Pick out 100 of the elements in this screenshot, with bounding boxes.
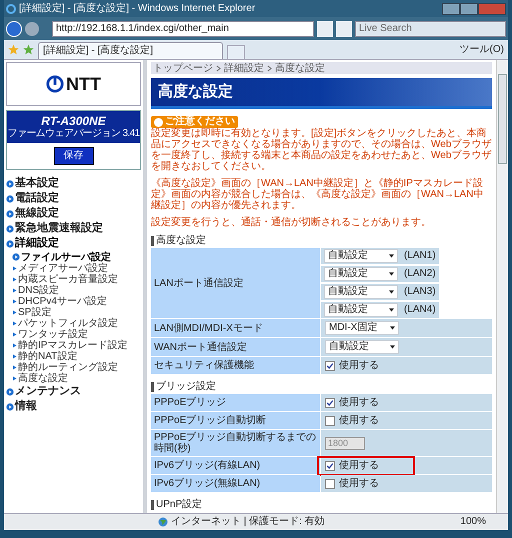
caret-icon (389, 290, 394, 294)
menu-item[interactable]: 無線設定 (15, 207, 59, 220)
port-label: (LAN1) (404, 250, 436, 262)
menu-item[interactable]: 情報 (15, 400, 37, 413)
close-button[interactable] (478, 2, 506, 14)
label-cell: IPv6ブリッジ(無線LAN) (151, 475, 320, 492)
save-button[interactable]: 保存 (54, 147, 94, 165)
dropdown[interactable]: MDI-X固定 (325, 321, 399, 335)
arrow-bullet-icon (12, 310, 17, 315)
label-cell: LANポート通信設定 (151, 248, 320, 318)
logo-text: NTT (66, 74, 101, 94)
submenu-item[interactable]: パケットフィルタ設定 (18, 318, 118, 329)
menu-item[interactable]: メンテナンス (15, 385, 81, 398)
dropdown[interactable]: 自動設定 (324, 285, 398, 299)
submenu-item[interactable]: 内蔵スピーカ音量設定 (18, 274, 118, 285)
arrow-bullet-icon (12, 332, 17, 337)
chevron-icon (216, 64, 221, 72)
arrow-bullet-icon (12, 299, 17, 304)
back-button[interactable] (6, 20, 22, 36)
submenu-item[interactable]: メディアサーバ設定 (18, 263, 108, 274)
label-cell: セキュリティ保護機能 (151, 357, 320, 374)
browser-icon (6, 4, 16, 14)
checkbox-label: 使用する (339, 414, 379, 426)
breadcrumb-link[interactable]: 高度な設定 (275, 62, 325, 74)
menu-item[interactable]: 緊急地震速報設定 (15, 222, 103, 235)
checkbox[interactable] (325, 478, 335, 488)
label-cell: LAN側MDI/MDI-Xモード (151, 319, 320, 337)
submenu-item[interactable]: DNS設定 (18, 285, 60, 296)
notice-text: 設定変更は即時に有効となります。[設定]ボタンをクリックしたあと、本商品にアクセスできなくなる場合がありますので、その場合は、Webブラウザを一度終了し、接続する端末と本商品の設定をあわせたあと、Webブラウザを開きなおしてください。 (151, 128, 492, 172)
notice-text: 《高度な設定》画面の［WAN→LAN中継設定］と《静的IPマスカレード設定》画面の内容が競合した場合は、《高度な設定》画面の［WAN→LAN中継設定］の内容が優先されます。 (151, 178, 484, 211)
dropdown[interactable]: 自動設定 (325, 340, 399, 354)
globe-icon (158, 517, 168, 527)
arrow-bullet-icon (12, 266, 17, 271)
zone-status: インターネット | 保護モード: 有効 (171, 516, 325, 528)
warning-icon (154, 118, 163, 126)
chevron-icon (267, 64, 272, 72)
maximize-button[interactable] (460, 2, 478, 14)
menu-item[interactable]: 電話設定 (15, 192, 59, 205)
section-heading: ブリッジ設定 (156, 380, 216, 392)
submenu-item[interactable]: SP設定 (18, 307, 52, 318)
dropdown[interactable]: 自動設定 (324, 249, 398, 263)
arrow-bullet-icon (12, 343, 17, 348)
firmware-version: ファームウェアバージョン 3.41 (7, 128, 140, 140)
checkbox[interactable] (325, 398, 335, 408)
minimize-button[interactable] (442, 2, 460, 14)
submenu-item[interactable]: DHCPv4サーバ設定 (18, 296, 107, 307)
checkbox-label: 使用する (339, 396, 379, 408)
checkbox[interactable] (325, 360, 335, 370)
caret-icon (389, 254, 394, 258)
browser-tab[interactable]: [詳細設定] - [高度な設定] (38, 42, 223, 59)
refresh-button[interactable] (317, 20, 333, 36)
page-title: 高度な設定 (158, 83, 233, 101)
breadcrumb-link[interactable]: トップページ (153, 62, 213, 74)
breadcrumb-link[interactable]: 詳細設定 (224, 62, 264, 74)
caret-icon (390, 326, 395, 330)
menu-item[interactable]: 基本設定 (15, 177, 59, 190)
dropdown[interactable]: 自動設定 (324, 303, 398, 317)
caret-icon (389, 272, 394, 276)
port-label: (LAN4) (404, 304, 436, 316)
checkbox[interactable] (325, 460, 335, 470)
port-label: (LAN2) (404, 268, 436, 280)
submenu-item[interactable]: ワンタッチ設定 (18, 329, 88, 340)
zoom-level[interactable]: 100% (460, 516, 486, 528)
section-heading: 高度な設定 (156, 234, 206, 246)
notice-text: 設定変更を行うと、通話・通信が切断されることがあります。 (151, 217, 432, 228)
caret-icon (390, 345, 395, 349)
add-favorite-icon[interactable] (23, 44, 34, 55)
scrollbar-thumb[interactable] (498, 74, 507, 164)
label-cell: WANポート通信設定 (151, 338, 320, 356)
submenu-item[interactable]: 高度な設定 (18, 373, 68, 384)
section-heading: UPnP設定 (156, 498, 202, 510)
submenu-item[interactable]: 静的ルーティング設定 (18, 362, 118, 373)
star-icon[interactable] (8, 44, 19, 55)
arrow-bullet-icon (12, 321, 17, 326)
tools-menu[interactable]: ツール(O) (460, 44, 504, 56)
arrow-bullet-icon (12, 354, 17, 359)
label-cell: IPv6ブリッジ(有線LAN) (151, 457, 320, 474)
arrow-bullet-icon (12, 253, 20, 261)
arrow-bullet-icon (12, 376, 17, 381)
arrow-bullet-icon (12, 277, 17, 282)
address-field[interactable]: http://192.168.1.1/index.cgi/other_main (52, 20, 314, 36)
dropdown[interactable]: 自動設定 (324, 267, 398, 281)
label-cell: PPPoEブリッジ自動切断するまでの時間(秒) (151, 430, 320, 456)
caret-icon (389, 308, 394, 312)
menu-item[interactable]: 詳細設定 (15, 237, 59, 250)
forward-button[interactable] (25, 22, 39, 36)
submenu-item[interactable]: 静的IPマスカレード設定 (18, 340, 128, 351)
window-title: [詳細設定] - [高度な設定] - Windows Internet Explorer (19, 2, 256, 14)
label-cell: PPPoEブリッジ (151, 394, 320, 411)
search-field[interactable]: Live Search (355, 20, 506, 36)
label-cell: PPPoEブリッジ自動切断 (151, 412, 320, 429)
new-tab-button[interactable] (227, 45, 245, 59)
stop-button[interactable] (336, 20, 352, 36)
submenu-item[interactable]: 静的NAT設定 (18, 351, 78, 362)
checkbox[interactable] (325, 416, 335, 426)
arrow-bullet-icon (12, 365, 17, 370)
port-label: (LAN3) (404, 286, 436, 298)
logo-icon (46, 75, 64, 93)
checkbox-label: 使用する (339, 478, 379, 490)
submenu-item[interactable]: ファイルサーバ設定 (21, 252, 111, 262)
